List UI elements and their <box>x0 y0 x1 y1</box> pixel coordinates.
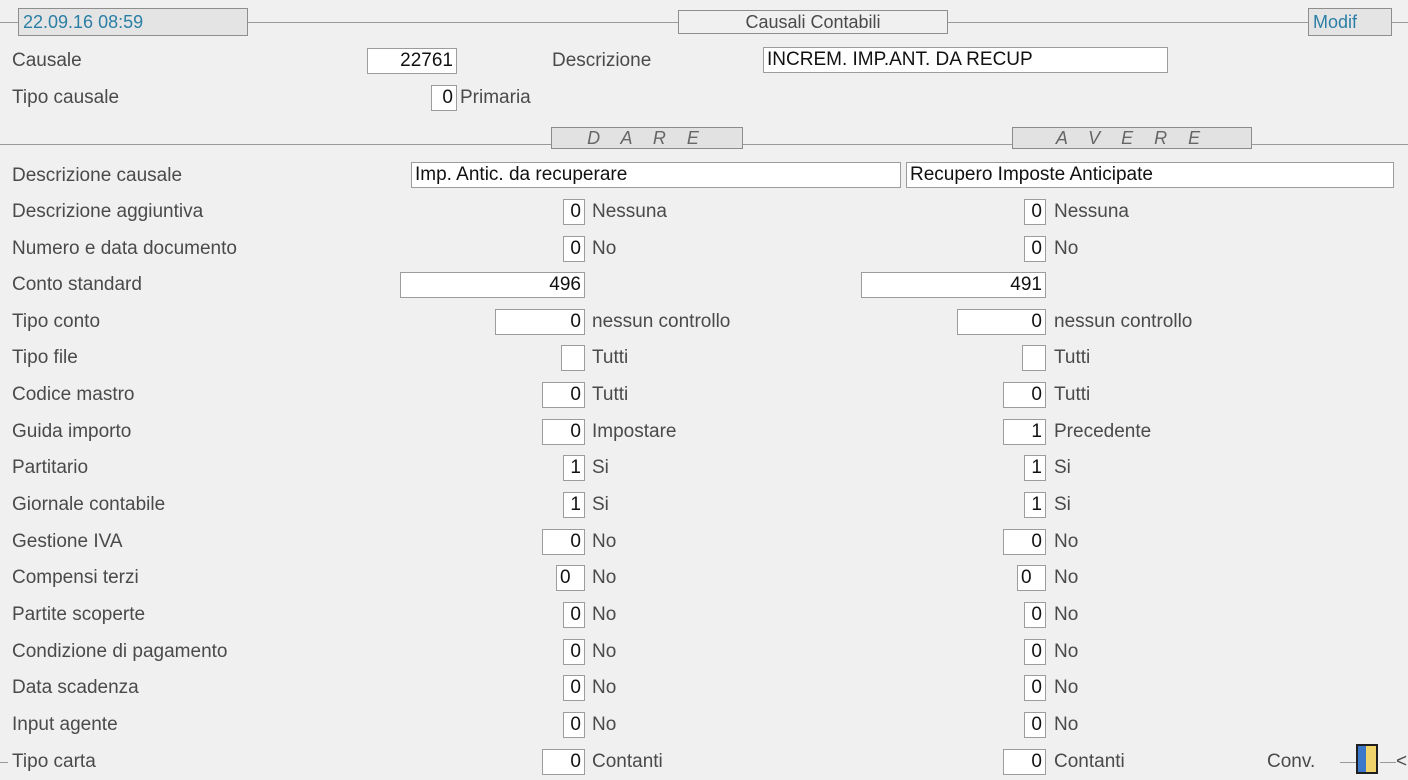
dare-condizione-pagamento-desc: No <box>592 641 617 662</box>
avere-tipo-conto-input[interactable]: 0 <box>957 309 1046 335</box>
avere-descrizione-aggiuntiva-desc: Nessuna <box>1054 201 1129 222</box>
avere-giornale-contabile-desc: Si <box>1054 494 1071 515</box>
avere-data-scadenza-input[interactable]: 0 <box>1024 675 1046 701</box>
dare-descrizione-aggiuntiva-desc: Nessuna <box>592 201 667 222</box>
partitario-label: Partitario <box>12 457 89 478</box>
dare-partite-scoperte-input[interactable]: 0 <box>563 602 585 628</box>
tipo-causale-desc: Primaria <box>460 87 531 108</box>
gestione-iva-label: Gestione IVA <box>12 531 123 552</box>
window-title: Causali Contabili <box>678 10 948 34</box>
avere-compensi-terzi-input[interactable]: 0 <box>1017 565 1046 591</box>
dare-numero-data-documento-desc: No <box>592 238 617 259</box>
tipo-causale-input[interactable]: 0 <box>431 85 457 111</box>
dare-conto-standard-input[interactable]: 496 <box>400 272 585 298</box>
avere-tipo-conto-desc: nessun controllo <box>1054 311 1193 332</box>
tipo-file-label: Tipo file <box>12 347 78 368</box>
dare-compensi-terzi-input[interactable]: 0 <box>556 565 585 591</box>
dare-compensi-terzi-desc: No <box>592 567 617 588</box>
conv-label: Conv. <box>1267 751 1316 772</box>
avere-compensi-terzi-desc: No <box>1054 567 1079 588</box>
guida-importo-label: Guida importo <box>12 421 132 442</box>
dare-partitario-input[interactable]: 1 <box>563 455 585 481</box>
avere-tipo-file-input[interactable] <box>1022 345 1046 371</box>
dare-codice-mastro-desc: Tutti <box>592 384 629 405</box>
conto-standard-label: Conto standard <box>12 274 142 295</box>
avere-conto-standard-input[interactable]: 491 <box>861 272 1046 298</box>
dare-descrizione-aggiuntiva-input[interactable]: 0 <box>563 199 585 225</box>
conversion-icon[interactable] <box>1356 744 1378 774</box>
dare-condizione-pagamento-input[interactable]: 0 <box>563 639 585 665</box>
avere-descrizione-aggiuntiva-input[interactable]: 0 <box>1024 199 1046 225</box>
conv-arrow: < <box>1396 751 1408 772</box>
avere-descrizione-causale-input[interactable]: Recupero Imposte Anticipate <box>906 162 1394 188</box>
dare-data-scadenza-desc: No <box>592 677 617 698</box>
avere-partite-scoperte-desc: No <box>1054 604 1079 625</box>
avere-header: A V E R E <box>1012 127 1252 149</box>
avere-codice-mastro-input[interactable]: 0 <box>1003 382 1046 408</box>
avere-data-scadenza-desc: No <box>1054 677 1079 698</box>
dare-tipo-file-input[interactable] <box>561 345 585 371</box>
avere-codice-mastro-desc: Tutti <box>1054 384 1091 405</box>
dare-data-scadenza-input[interactable]: 0 <box>563 675 585 701</box>
dare-guida-importo-desc: Impostare <box>592 421 677 442</box>
avere-giornale-contabile-input[interactable]: 1 <box>1024 492 1046 518</box>
avere-partitario-desc: Si <box>1054 457 1071 478</box>
dare-tipo-carta-desc: Contanti <box>592 751 663 772</box>
datetime-display: 22.09.16 08:59 <box>18 8 248 36</box>
avere-partitario-input[interactable]: 1 <box>1024 455 1046 481</box>
giornale-contabile-label: Giornale contabile <box>12 494 166 515</box>
dare-numero-data-documento-input[interactable]: 0 <box>563 236 585 262</box>
dare-header: D A R E <box>551 127 743 149</box>
dare-input-agente-desc: No <box>592 714 617 735</box>
dare-tipo-conto-input[interactable]: 0 <box>495 309 585 335</box>
codice-mastro-label: Codice mastro <box>12 384 135 405</box>
avere-tipo-carta-desc: Contanti <box>1054 751 1125 772</box>
dare-tipo-conto-desc: nessun controllo <box>592 311 731 332</box>
avere-partite-scoperte-input[interactable]: 0 <box>1024 602 1046 628</box>
tipo-carta-label: Tipo carta <box>12 751 96 772</box>
dare-descrizione-causale-input[interactable]: Imp. Antic. da recuperare <box>411 162 901 188</box>
dare-partitario-desc: Si <box>592 457 609 478</box>
data-scadenza-label: Data scadenza <box>12 677 139 698</box>
causale-input[interactable]: 22761 <box>367 48 457 74</box>
avere-tipo-file-desc: Tutti <box>1054 347 1091 368</box>
numero-data-documento-label: Numero e data documento <box>12 238 237 259</box>
dare-gestione-iva-desc: No <box>592 531 617 552</box>
input-agente-label: Input agente <box>12 714 118 735</box>
tipo-causale-label: Tipo causale <box>12 87 120 108</box>
avere-guida-importo-input[interactable]: 1 <box>1003 419 1046 445</box>
dare-tipo-carta-input[interactable]: 0 <box>542 749 585 775</box>
avere-numero-data-documento-input[interactable]: 0 <box>1024 236 1046 262</box>
partite-scoperte-label: Partite scoperte <box>12 604 146 625</box>
descrizione-causale-label: Descrizione causale <box>12 165 183 186</box>
descrizione-label: Descrizione <box>552 50 652 71</box>
avere-condizione-pagamento-desc: No <box>1054 641 1079 662</box>
avere-input-agente-input[interactable]: 0 <box>1024 712 1046 738</box>
dare-codice-mastro-input[interactable]: 0 <box>542 382 585 408</box>
dare-giornale-contabile-desc: Si <box>592 494 609 515</box>
avere-numero-data-documento-desc: No <box>1054 238 1079 259</box>
avere-gestione-iva-desc: No <box>1054 531 1079 552</box>
dare-guida-importo-input[interactable]: 0 <box>542 419 585 445</box>
avere-input-agente-desc: No <box>1054 714 1079 735</box>
descrizione-input[interactable]: INCREM. IMP.ANT. DA RECUP <box>763 47 1168 73</box>
dare-partite-scoperte-desc: No <box>592 604 617 625</box>
tipo-conto-label: Tipo conto <box>12 311 101 332</box>
mode-indicator: Modif <box>1308 8 1392 36</box>
compensi-terzi-label: Compensi terzi <box>12 567 139 588</box>
dare-giornale-contabile-input[interactable]: 1 <box>563 492 585 518</box>
condizione-pagamento-label: Condizione di pagamento <box>12 641 228 662</box>
dare-gestione-iva-input[interactable]: 0 <box>542 529 585 555</box>
avere-condizione-pagamento-input[interactable]: 0 <box>1024 639 1046 665</box>
avere-tipo-carta-input[interactable]: 0 <box>1003 749 1046 775</box>
descrizione-aggiuntiva-label: Descrizione aggiuntiva <box>12 201 204 222</box>
dare-input-agente-input[interactable]: 0 <box>563 712 585 738</box>
causale-label: Causale <box>12 50 82 71</box>
avere-guida-importo-desc: Precedente <box>1054 421 1152 442</box>
dare-tipo-file-desc: Tutti <box>592 347 629 368</box>
avere-gestione-iva-input[interactable]: 0 <box>1003 529 1046 555</box>
